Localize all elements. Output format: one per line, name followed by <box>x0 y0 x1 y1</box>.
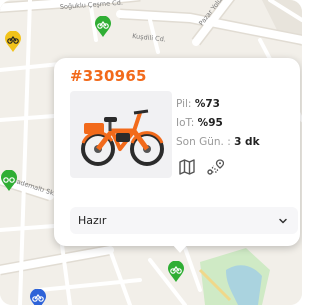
map-screen: Soğuklu Çeşme Cd. Kuşdili Cd. Pazar Yolu… <box>0 0 302 305</box>
last-seen-value: 3 dk <box>234 136 260 148</box>
card-pointer <box>172 244 188 253</box>
map-icon[interactable] <box>178 158 196 176</box>
vehicle-pin-icon[interactable] <box>94 16 112 38</box>
iot-row: IoT: %95 <box>176 114 260 133</box>
chevron-down-icon <box>279 218 287 223</box>
battery-row: Pil: %73 <box>176 95 260 114</box>
vehicle-id: #330965 <box>70 67 147 85</box>
vehicle-pin-icon[interactable] <box>29 289 47 305</box>
last-seen-label: Son Gün. : <box>176 136 231 148</box>
status-selected-value: Hazır <box>78 214 107 227</box>
vehicle-pin-icon[interactable] <box>4 31 22 53</box>
last-seen-row: Son Gün. : 3 dk <box>176 133 260 152</box>
iot-value: %95 <box>197 117 223 129</box>
route-icon[interactable] <box>206 158 225 176</box>
vehicle-stats: Pil: %73 IoT: %95 Son Gün. : 3 dk <box>176 95 260 152</box>
status-dropdown[interactable]: Hazır <box>70 207 298 234</box>
iot-label: IoT: <box>176 117 195 129</box>
vehicle-info-card: #330965 Pil: %73 IoT: %95 Son Gün.: 3 d… <box>54 58 300 253</box>
selected-vehicle-pin-icon[interactable] <box>167 261 185 283</box>
vehicle-actions <box>178 158 225 176</box>
battery-label: Pil: <box>176 98 192 110</box>
vehicle-pin-icon[interactable] <box>0 170 18 192</box>
battery-value: %73 <box>194 98 220 110</box>
e-bike-icon <box>81 109 164 166</box>
vehicle-photo <box>70 91 172 178</box>
